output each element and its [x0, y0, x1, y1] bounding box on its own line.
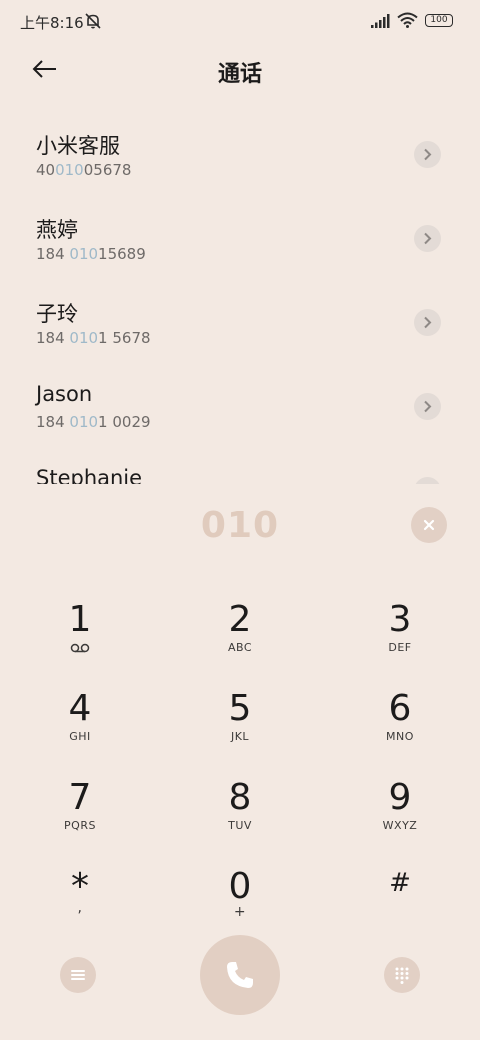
- number-match-highlight: 010: [55, 161, 84, 179]
- key-digit: 4: [68, 688, 92, 729]
- contact-number: 184 01015689: [36, 245, 146, 263]
- dialpad-icon: [395, 967, 409, 984]
- list-item[interactable]: 子玲 184 0101 5678: [0, 280, 480, 364]
- key-letters: PQRS: [64, 819, 96, 832]
- key-letters: GHI: [69, 730, 91, 743]
- key-8[interactable]: 8 TUV: [180, 777, 300, 857]
- key-9[interactable]: 9 WXYZ: [340, 777, 460, 857]
- key-1[interactable]: 1: [20, 599, 140, 679]
- contact-name: 燕婷: [36, 218, 78, 242]
- list-item[interactable]: 小米客服 4001005678: [0, 112, 480, 196]
- key-letters: +: [233, 904, 247, 920]
- wifi-icon: [397, 12, 418, 28]
- contact-detail-button[interactable]: [414, 141, 441, 168]
- contact-name: 小米客服: [36, 134, 120, 158]
- key-letters: WXYZ: [382, 819, 418, 832]
- key-letters: JKL: [230, 730, 250, 743]
- voicemail-icon: [70, 643, 90, 653]
- list-item[interactable]: 燕婷 184 01015689: [0, 196, 480, 280]
- clear-button[interactable]: [411, 507, 447, 543]
- contact-number: 184 0101 0029: [36, 413, 151, 431]
- key-letters: MNO: [386, 730, 414, 743]
- menu-button[interactable]: [60, 957, 96, 993]
- key-0[interactable]: 0 +: [180, 866, 300, 946]
- chevron-right-icon: [424, 400, 432, 413]
- dialpad-toggle-button[interactable]: [384, 957, 420, 993]
- key-digit: 6: [388, 688, 412, 729]
- mute-bell-icon: [85, 13, 101, 29]
- key-letters: ABC: [227, 641, 253, 654]
- key-4[interactable]: 4 GHI: [20, 688, 140, 768]
- battery-indicator: 100: [425, 14, 453, 27]
- key-7[interactable]: 7 PQRS: [20, 777, 140, 857]
- number-match-highlight: 010: [69, 245, 99, 263]
- chevron-right-icon: [424, 232, 432, 245]
- status-time: 上午8:16: [20, 14, 84, 32]
- key-digit: 5: [228, 688, 252, 729]
- key-star[interactable]: * ,: [20, 866, 140, 946]
- key-3[interactable]: 3 DEF: [340, 599, 460, 679]
- signal-icon: [371, 14, 390, 28]
- key-letters: ,: [77, 900, 83, 916]
- contact-name: Jason: [36, 382, 93, 406]
- number-match-highlight: 010: [69, 329, 99, 347]
- page-title: 通话: [217, 62, 262, 87]
- chevron-right-icon: [424, 316, 432, 329]
- key-digit: 7: [68, 777, 92, 818]
- contact-number: 184 0101 5678: [36, 329, 151, 347]
- call-button[interactable]: [200, 935, 280, 1015]
- chevron-right-icon: [424, 148, 432, 161]
- key-2[interactable]: 2 ABC: [180, 599, 300, 679]
- key-digit: 3: [388, 599, 412, 640]
- contact-name: 子玲: [36, 302, 78, 326]
- close-icon: [423, 519, 435, 531]
- list-item[interactable]: Stephanie: [0, 448, 480, 484]
- key-digit: #: [389, 868, 411, 898]
- search-results-list: 小米客服 4001005678 燕婷 184 01015689 子玲 184 0…: [0, 112, 480, 484]
- contact-detail-button[interactable]: [414, 393, 441, 420]
- key-digit: 8: [228, 777, 252, 818]
- contact-detail-button[interactable]: [414, 225, 441, 252]
- key-digit: 1: [68, 599, 92, 640]
- list-item[interactable]: Jason 184 0101 0029: [0, 364, 480, 448]
- menu-icon: [71, 970, 85, 980]
- key-6[interactable]: 6 MNO: [340, 688, 460, 768]
- key-digit: 9: [388, 777, 412, 818]
- contact-detail-button[interactable]: [414, 309, 441, 336]
- status-bar: 上午8:16 100: [0, 0, 480, 42]
- number-match-highlight: 010: [69, 413, 99, 431]
- contact-detail-button[interactable]: [414, 477, 441, 484]
- contact-number: 4001005678: [36, 161, 132, 179]
- key-letters: TUV: [228, 819, 252, 832]
- dial-number-display: 010: [200, 505, 280, 546]
- key-digit: 0: [228, 866, 252, 907]
- key-hash[interactable]: #: [340, 866, 460, 946]
- key-5[interactable]: 5 JKL: [180, 688, 300, 768]
- header: 通话: [0, 42, 480, 98]
- key-digit: 2: [228, 599, 252, 640]
- contact-name: Stephanie: [36, 466, 143, 484]
- phone-icon: [227, 962, 253, 988]
- key-letters: DEF: [388, 641, 412, 654]
